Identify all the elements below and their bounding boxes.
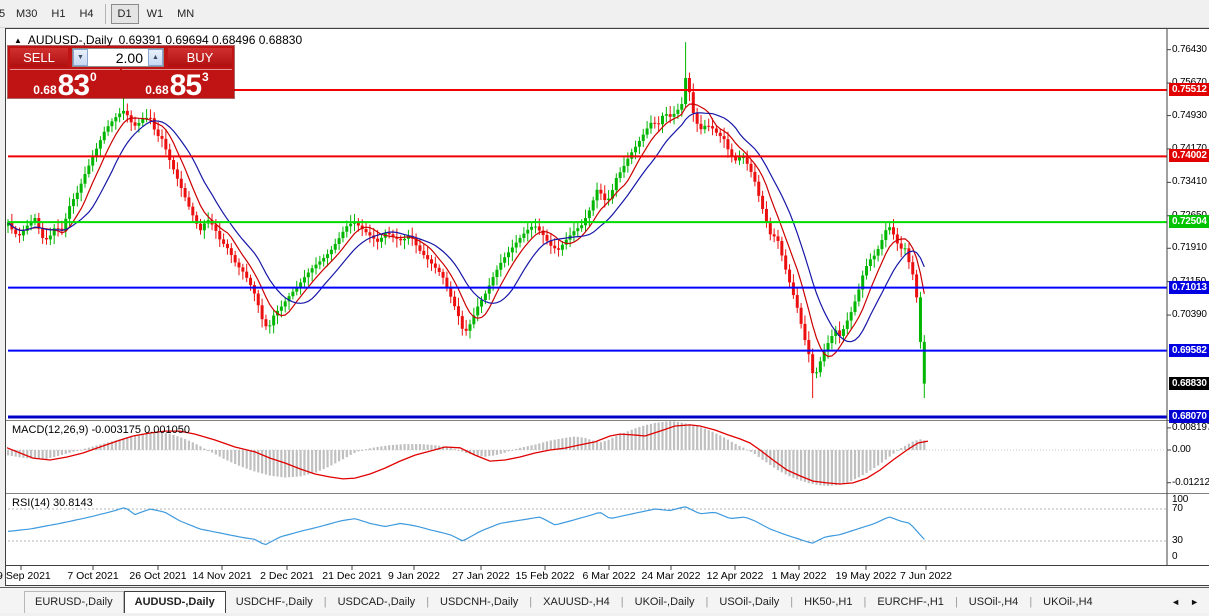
date-axis-label: 1 May 2022 xyxy=(772,570,827,582)
buy-price-display[interactable]: 0.68 85 3 xyxy=(122,69,232,100)
date-axis-label: 21 Dec 2021 xyxy=(322,570,382,582)
date-axis-label: 26 Oct 2021 xyxy=(129,570,186,582)
macd-axis-label: 0.00 xyxy=(1172,444,1191,455)
date-axis-label: 12 Apr 2022 xyxy=(707,570,764,582)
macd-indicator-label: MACD(12,26,9) -0.003175 0.001050 xyxy=(12,424,190,436)
chart-tab-hk50-h1[interactable]: HK50-,H1 xyxy=(794,592,862,613)
one-click-trade-panel: SELL ▼ 2.00 ▲ BUY 0.68 83 0 0.68 85 3 xyxy=(8,46,234,98)
chart-ohlc-values: 0.69391 0.69694 0.68496 0.68830 xyxy=(119,33,303,47)
macd-axis-label: 0.008197 xyxy=(1172,422,1209,433)
tab-scroll-controls: ◄► xyxy=(1171,597,1209,613)
rsi-indicator-label: RSI(14) 30.8143 xyxy=(12,497,93,509)
chart-tab-eurchf-h1[interactable]: EURCHF-,H1 xyxy=(867,592,954,613)
date-axis-label: 7 Oct 2021 xyxy=(67,570,118,582)
price-level-badge: 0.75512 xyxy=(1169,83,1209,96)
chart-symbol-label: AUDUSD-,Daily xyxy=(28,33,113,47)
chart-tab-bar: EURUSD-,DailyAUDUSD-,DailyUSDCHF-,Daily|… xyxy=(0,587,1209,613)
macd-axis-label: -0.01212 xyxy=(1172,477,1209,488)
date-axis-label: 7 Jun 2022 xyxy=(900,570,952,582)
sell-price-prefix: 0.68 xyxy=(33,84,56,96)
date-axis-label: 19 May 2022 xyxy=(836,570,897,582)
chart-tab-usoil-h4[interactable]: USOil-,H4 xyxy=(959,592,1029,613)
buy-price-pip-digit: 3 xyxy=(202,71,209,83)
chart-tab-ukoil-daily[interactable]: UKOil-,Daily xyxy=(625,592,705,613)
price-level-badge: 0.71013 xyxy=(1169,281,1209,294)
price-axis-label: 0.70390 xyxy=(1172,309,1207,320)
buy-button[interactable]: BUY xyxy=(168,48,232,67)
chart-title: ▲ AUDUSD-,Daily 0.69391 0.69694 0.68496 … xyxy=(14,33,302,47)
date-axis-label: 27 Jan 2022 xyxy=(452,570,510,582)
chart-tab-usoil-daily[interactable]: USOil-,Daily xyxy=(709,592,789,613)
price-level-badge: 0.72504 xyxy=(1169,215,1209,228)
date-axis-label: 14 Nov 2021 xyxy=(192,570,252,582)
tab-scroll-right-icon[interactable]: ► xyxy=(1190,597,1199,607)
price-level-badge: 0.69582 xyxy=(1169,344,1209,357)
collapse-arrow-icon[interactable]: ▲ xyxy=(14,36,22,45)
date-axis-label: 2 Dec 2021 xyxy=(260,570,314,582)
date-axis-label: 6 Mar 2022 xyxy=(582,570,635,582)
chart-tab-xauusd-h4[interactable]: XAUUSD-,H4 xyxy=(533,592,620,613)
chart-tab-usdcad-daily[interactable]: USDCAD-,Daily xyxy=(328,592,426,613)
volume-decrease-button[interactable]: ▼ xyxy=(73,49,88,66)
current-price-badge: 0.68830 xyxy=(1169,377,1209,390)
sell-price-pip-digit: 0 xyxy=(90,71,97,83)
chart-tab-eurusd-daily[interactable]: EURUSD-,Daily xyxy=(24,591,124,613)
volume-spinner: ▼ 2.00 ▲ xyxy=(72,48,164,67)
buy-price-prefix: 0.68 xyxy=(145,84,168,96)
rsi-line xyxy=(8,507,924,545)
price-axis-label: 0.71910 xyxy=(1172,242,1207,253)
rsi-axis-label: 0 xyxy=(1172,551,1177,562)
ma-fast-line xyxy=(8,104,924,357)
price-axis-label: 0.74930 xyxy=(1172,110,1207,121)
sell-price-display[interactable]: 0.68 83 0 xyxy=(10,69,120,100)
chart-tab-usdcnh-daily[interactable]: USDCNH-,Daily xyxy=(430,592,528,613)
chart-tab-usdchf-daily[interactable]: USDCHF-,Daily xyxy=(226,592,323,613)
price-level-badge: 0.74002 xyxy=(1169,149,1209,162)
date-axis-label: 19 Sep 2021 xyxy=(0,570,51,582)
sell-price-big-digits: 83 xyxy=(58,74,89,99)
date-axis-label: 24 Mar 2022 xyxy=(642,570,701,582)
chart-tab-ukoil-h4[interactable]: UKOil-,H4 xyxy=(1033,592,1103,613)
price-axis-label: 0.76430 xyxy=(1172,44,1207,55)
volume-value[interactable]: 2.00 xyxy=(88,49,148,66)
price-level-badge: 0.68070 xyxy=(1169,410,1209,423)
tab-scroll-left-icon[interactable]: ◄ xyxy=(1171,597,1180,607)
buy-price-big-digits: 85 xyxy=(170,74,201,99)
rsi-axis-label: 30 xyxy=(1172,535,1183,546)
date-axis-label: 15 Feb 2022 xyxy=(516,570,575,582)
ma-slow-line xyxy=(8,113,924,342)
chart-tab-audusd-daily[interactable]: AUDUSD-,Daily xyxy=(124,591,226,613)
volume-increase-button[interactable]: ▲ xyxy=(148,49,163,66)
price-axis-label: 0.73410 xyxy=(1172,176,1207,187)
sell-button[interactable]: SELL xyxy=(10,48,68,67)
triangle-down-icon: ▼ xyxy=(77,54,84,61)
date-axis-label: 9 Jan 2022 xyxy=(388,570,440,582)
triangle-up-icon: ▲ xyxy=(152,54,159,61)
rsi-axis-label: 70 xyxy=(1172,503,1183,514)
